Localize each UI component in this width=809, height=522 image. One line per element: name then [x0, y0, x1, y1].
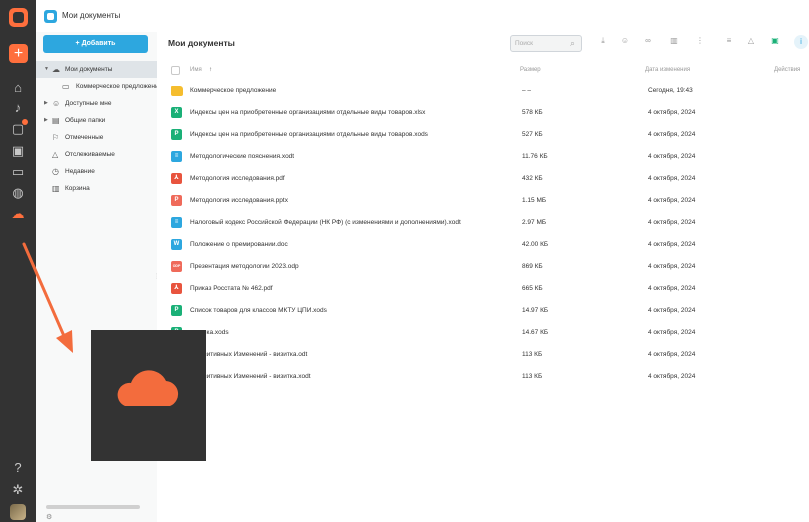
- cloud-overlay: [91, 330, 206, 461]
- arrow-line: [22, 242, 66, 338]
- app-window: + ⌂ ♪ ▢ ▣ ▭ ◍ ☁ ? ✲ Мои документы + Доба…: [0, 0, 809, 522]
- cloud-icon: [117, 370, 179, 406]
- cloud-shape: [117, 370, 179, 406]
